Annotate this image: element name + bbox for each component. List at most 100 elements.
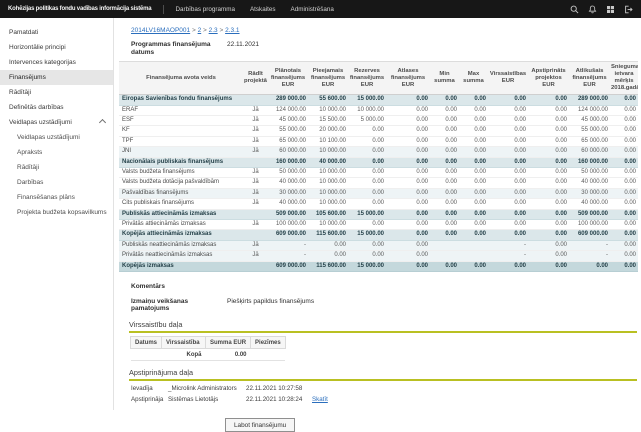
table-row: ERAFJā124 000.0010 000.0010 000.000.000.… xyxy=(119,105,638,115)
cell-amount: 609 000.00 xyxy=(268,261,308,271)
cell-amount: 0.00 xyxy=(528,126,569,136)
cell-amount: 0.00 xyxy=(610,136,638,146)
finance-table-header-row: Finansējuma avota veidsRādīt projektāPlā… xyxy=(119,62,638,95)
sidebar-item-r-d-t-ji[interactable]: Rādītāji xyxy=(0,85,113,100)
sidebar-item-horizont-lie-principi[interactable]: Horizontālie principi xyxy=(0,40,113,55)
cell-source-label: Valsts budžeta dotācija pašvaldībām xyxy=(119,178,243,188)
topnav-item-atskaites[interactable]: Atskaites xyxy=(250,6,276,13)
cell-amount: 0.00 xyxy=(386,220,430,230)
edit-financing-button[interactable]: Labot finansējumu xyxy=(225,418,295,432)
table-row: Nacionālais publiskais finansējums160 00… xyxy=(119,157,638,167)
cell-amount: 0.00 xyxy=(430,147,459,157)
cell-amount: 15 000.00 xyxy=(348,95,386,105)
cell-amount: 45 000.00 xyxy=(569,116,610,126)
cell-amount: 10 000.00 xyxy=(308,147,348,157)
cell-amount: 0.00 xyxy=(610,126,638,136)
sidebar-item-finans-jums[interactable]: Finansējums xyxy=(0,70,113,85)
cell-amount: 15 000.00 xyxy=(348,209,386,219)
cell-amount: 0.00 xyxy=(308,251,348,261)
empty-cell xyxy=(251,349,286,361)
footer-actions: Labot finansējumu xyxy=(225,414,641,432)
cell-amount: 10 000.00 xyxy=(308,188,348,198)
top-bar: Kohēzijas politikas fondu vadības inform… xyxy=(0,0,641,18)
sidebar-subitem-apraksts[interactable]: Apraksts xyxy=(0,145,113,160)
cell-show-in-project xyxy=(243,95,268,105)
cell-amount: 40 000.00 xyxy=(268,178,308,188)
sidebar-subitem-veidlapas-uzst-d-jumi[interactable]: Veidlapas uzstādījumi xyxy=(0,130,113,145)
sidebar-subitem-projekta-bud-eta-kopsavilkums[interactable]: Projekta budžeta kopsavilkums xyxy=(0,205,113,220)
cell-show-in-project xyxy=(243,209,268,219)
cell-amount: - xyxy=(268,240,308,250)
cell-amount: 0.00 xyxy=(386,136,430,146)
cell-amount: 0.00 xyxy=(430,168,459,178)
view-link[interactable]: Skatīt xyxy=(312,396,328,403)
table-row: Kopējās attiecināmās izmaksas609 000.001… xyxy=(119,230,638,240)
cell-show-in-project: Jā xyxy=(243,168,268,178)
sidebar-item-pamatdati[interactable]: Pamatdati xyxy=(0,25,113,40)
cell-source-label: Eiropas Savienības fondu finansējums xyxy=(119,95,243,105)
cell-source-label: Publiskās neattiecināmās izmaksas xyxy=(119,240,243,250)
breadcrumb-link[interactable]: 2.3 xyxy=(209,27,218,34)
cell-amount: 40 000.00 xyxy=(569,178,610,188)
app-title: Kohēzijas politikas fondu vadības inform… xyxy=(8,6,151,12)
cell-source-label: JNI xyxy=(119,147,243,157)
breadcrumb-link[interactable]: 2.3.1 xyxy=(225,27,239,34)
cell-amount: 0.00 xyxy=(528,261,569,271)
cell-amount: 0.00 xyxy=(386,188,430,198)
cell-amount: 55 600.00 xyxy=(308,95,348,105)
sidebar-subitem-darb-bas[interactable]: Darbības xyxy=(0,175,113,190)
sidebar-item-defin-t-s-darb-bas[interactable]: Definētās darbības xyxy=(0,100,113,115)
sidebar-subitem-finans-anas-pl-ns[interactable]: Finansēšanas plāns xyxy=(0,190,113,205)
sidebar-item-veidlapas-uzst-d-jumi[interactable]: Veidlapas uzstādījumi xyxy=(0,115,113,130)
cell-amount: 50 000.00 xyxy=(268,168,308,178)
cell-source-label: Publiskās attiecināmās izmaksas xyxy=(119,209,243,219)
cell-amount: 0.00 xyxy=(348,188,386,198)
change-reason-value: Piešķirts papildus finansējums xyxy=(227,298,314,305)
breadcrumb-link[interactable]: 2014LV16MAOP001 xyxy=(131,27,190,34)
cell-amount: 289 000.00 xyxy=(569,95,610,105)
breadcrumb-separator: > xyxy=(218,27,225,34)
column-header: Summa EUR xyxy=(206,337,251,349)
change-reason-row: Izmaiņu veikšanas pamatojums Piešķirts p… xyxy=(131,298,641,313)
cell-amount: 10 000.00 xyxy=(308,168,348,178)
cell-amount: 124 000.00 xyxy=(569,105,610,115)
search-icon[interactable] xyxy=(570,5,579,14)
total-value: 0.00 xyxy=(206,349,251,361)
cell-amount: 0.00 xyxy=(430,199,459,209)
change-reason-label: Izmaiņu veikšanas pamatojums xyxy=(131,298,227,313)
bell-icon[interactable] xyxy=(588,5,597,14)
sidebar-item-intervences-kategorijas[interactable]: Intervences kategorijas xyxy=(0,55,113,70)
comment-row: Komentārs xyxy=(131,283,641,291)
topnav-item-administr-ana[interactable]: Administrēšana xyxy=(291,6,334,13)
cell-amount: 0.00 xyxy=(488,178,528,188)
cell-amount: 0.00 xyxy=(488,261,528,271)
approval-row: Ievadīja_Microlink Administrators22.11.2… xyxy=(131,385,641,392)
sidebar-item-label: Finansējums xyxy=(9,74,46,81)
cell-amount: 0.00 xyxy=(488,116,528,126)
sidebar: Pamatdati Horizontālie principiIntervence… xyxy=(0,18,114,410)
cell-amount: 0.00 xyxy=(488,168,528,178)
logout-icon[interactable] xyxy=(624,5,633,14)
cell-amount: 55 000.00 xyxy=(569,126,610,136)
cell-amount: 0.00 xyxy=(459,157,488,167)
cell-amount: 0.00 xyxy=(610,116,638,126)
cell-amount xyxy=(430,240,459,250)
cell-source-label: Privātās neattiecināmās izmaksas xyxy=(119,251,243,261)
cell-amount: 0.00 xyxy=(610,105,638,115)
cell-amount: 0.00 xyxy=(610,230,638,240)
cell-amount: 10 000.00 xyxy=(308,178,348,188)
table-row: Privātās neattiecināmās izmaksasJā-0.000… xyxy=(119,251,638,261)
sidebar-item-label: Pamatdati xyxy=(9,29,38,36)
sidebar-subitem-r-d-t-ji[interactable]: Rādītāji xyxy=(0,160,113,175)
cell-amount: 0.00 xyxy=(386,240,430,250)
topnav-item-darb-bas-programma[interactable]: Darbības programma xyxy=(175,6,235,13)
column-header: Piezīmes xyxy=(251,337,286,349)
cell-source-label: ERAF xyxy=(119,105,243,115)
column-header: Virssaistība xyxy=(162,337,206,349)
table-row: Valsts budžeta dotācija pašvaldībāmJā40 … xyxy=(119,178,638,188)
cell-amount: 0.00 xyxy=(386,209,430,219)
cell-amount: 0.00 xyxy=(488,147,528,157)
cell-amount: 0.00 xyxy=(528,240,569,250)
table-row: ESFJā45 000.0015 500.005 000.000.000.000… xyxy=(119,116,638,126)
apps-icon[interactable] xyxy=(606,5,615,14)
